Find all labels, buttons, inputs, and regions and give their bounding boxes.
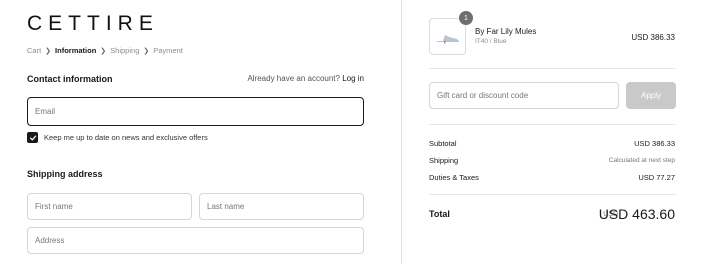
subtotal-label: Subtotal [429,139,457,148]
last-name-field[interactable] [199,193,364,220]
login-prompt: Already have an account? Log in [247,74,364,83]
newsletter-label[interactable]: Keep me up to date on news and exclusive… [44,133,208,142]
total-value: USD 463.60 [598,206,675,222]
login-link[interactable]: Log in [342,74,364,83]
product-name: By Far Lily Mules [475,27,537,36]
subtotal-value: USD 386.33 [634,139,675,148]
shipping-value: Calculated at next step [608,157,675,164]
total-label: Total [429,209,450,219]
checkout-form-panel: CETTIRE Cart ❯ Information ❯ Shipping ❯ … [0,0,400,264]
breadcrumb: Cart ❯ Information ❯ Shipping ❯ Payment [27,46,183,55]
chevron-right-icon: ❯ [45,47,52,55]
discount-code-field[interactable] [429,82,619,109]
brand-logo[interactable]: CETTIRE [27,12,159,36]
shoe-icon [436,34,459,43]
divider [429,124,676,125]
product-thumbnail [429,18,466,55]
chevron-right-icon: ❯ [143,47,150,55]
shipping-label: Shipping [429,156,459,165]
order-summary-panel: 1 By Far Lily Mules IT40 / Blue USD 386.… [401,0,705,264]
contact-information-heading: Contact information [27,74,113,84]
divider [429,194,676,195]
breadcrumb-shipping: Shipping [110,46,140,55]
first-name-field[interactable] [27,193,192,220]
shipping-address-heading: Shipping address [27,169,103,179]
address-field[interactable] [27,227,364,254]
product-price: USD 386.33 [631,33,675,42]
divider [429,68,676,69]
apply-button[interactable]: Apply [626,82,676,109]
checkmark-icon [29,135,36,140]
product-variant: IT40 / Blue [475,38,507,45]
breadcrumb-information: Information [55,46,97,55]
chevron-right-icon: ❯ [100,47,107,55]
duties-label: Duties & Taxes [429,173,479,182]
email-field[interactable] [27,97,364,126]
quantity-badge: 1 [459,11,473,25]
breadcrumb-payment: Payment [153,46,183,55]
login-prompt-text: Already have an account? [247,74,340,83]
newsletter-option[interactable]: Keep me up to date on news and exclusive… [27,132,208,143]
breadcrumb-cart[interactable]: Cart [27,46,41,55]
duties-value: USD 77.27 [638,173,675,182]
newsletter-checkbox[interactable] [27,132,38,143]
